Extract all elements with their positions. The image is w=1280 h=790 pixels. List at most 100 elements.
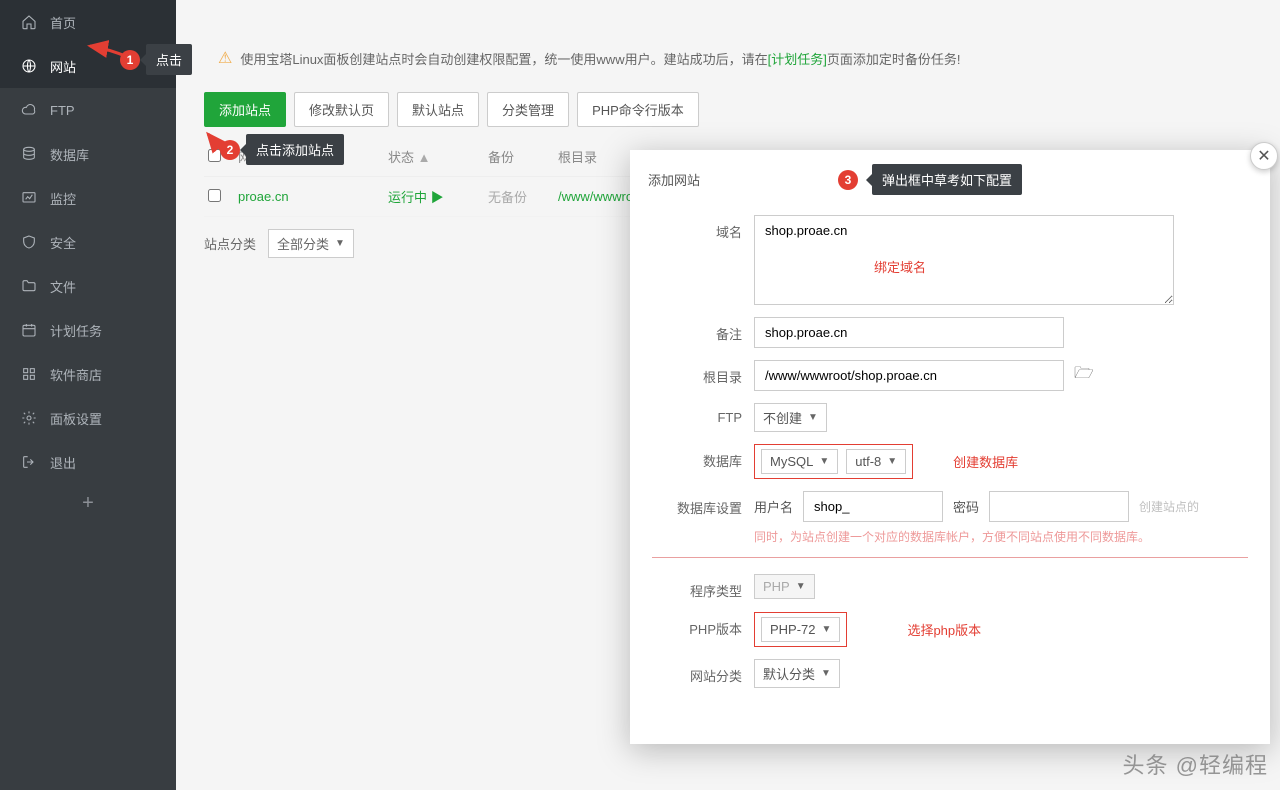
modify-default-button[interactable]: 修改默认页 bbox=[294, 92, 389, 127]
chevron-down-icon: ▼ bbox=[335, 238, 345, 249]
category-mgmt-button[interactable]: 分类管理 bbox=[487, 92, 569, 127]
dbset-hint-line: 同时，为站点创建一个对应的数据库帐户，方便不同站点使用不同数据库。 bbox=[754, 528, 1150, 545]
sidebar-item-label: 首页 bbox=[50, 13, 76, 32]
chevron-down-icon: ▼ bbox=[821, 668, 831, 679]
progtype-label: 程序类型 bbox=[652, 574, 742, 600]
sidebar-item-ftp[interactable]: FTP bbox=[0, 88, 176, 132]
sidebar: 首页 网站 FTP 数据库 监控 安全 文件 计划任务 软件商店 面板设置 退出… bbox=[0, 0, 176, 790]
site-backup[interactable]: 无备份 bbox=[488, 187, 558, 206]
step-label-2: 点击添加站点 bbox=[246, 134, 344, 165]
progtype-select: PHP▼ bbox=[754, 574, 815, 599]
sidebar-item-files[interactable]: 文件 bbox=[0, 264, 176, 308]
add-site-button[interactable]: 添加站点 bbox=[204, 92, 286, 127]
root-label: 根目录 bbox=[652, 360, 742, 386]
sidebar-item-label: 文件 bbox=[50, 277, 76, 296]
annotation-step-1: 1 点击 bbox=[120, 44, 192, 75]
step-badge-1: 1 bbox=[120, 50, 140, 70]
shield-icon bbox=[20, 233, 38, 251]
chevron-down-icon: ▼ bbox=[887, 456, 897, 467]
sidebar-item-logout[interactable]: 退出 bbox=[0, 440, 176, 484]
sidebar-item-appstore[interactable]: 软件商店 bbox=[0, 352, 176, 396]
sidebar-item-cron[interactable]: 计划任务 bbox=[0, 308, 176, 352]
chevron-down-icon: ▼ bbox=[822, 624, 832, 635]
gear-icon bbox=[20, 409, 38, 427]
cat-select[interactable]: 默认分类▼ bbox=[754, 659, 840, 688]
sidebar-item-label: 退出 bbox=[50, 453, 76, 472]
domain-note: 绑定域名 bbox=[874, 257, 926, 276]
phpver-group: PHP-72▼ bbox=[754, 612, 847, 647]
dbset-user-input[interactable] bbox=[803, 491, 943, 522]
ftp-select[interactable]: 不创建▼ bbox=[754, 403, 827, 432]
dbset-hint-right: 创建站点的 bbox=[1139, 498, 1199, 515]
toolbar: 添加站点 修改默认页 默认站点 分类管理 PHP命令行版本 bbox=[204, 92, 1260, 127]
step-label-1: 点击 bbox=[146, 44, 192, 75]
home-icon bbox=[20, 13, 38, 31]
globe-icon bbox=[20, 57, 38, 75]
grid-icon bbox=[20, 365, 38, 383]
calendar-icon bbox=[20, 321, 38, 339]
alert-link[interactable]: [计划任务] bbox=[768, 52, 827, 67]
step-label-3: 弹出框中草考如下配置 bbox=[872, 164, 1022, 195]
add-site-modal: ✕ 添加网站 3 弹出框中草考如下配置 域名 shop.proae.cn 绑定域… bbox=[630, 150, 1270, 744]
database-icon bbox=[20, 145, 38, 163]
php-cli-button[interactable]: PHP命令行版本 bbox=[577, 92, 699, 127]
close-icon: ✕ bbox=[1257, 146, 1270, 166]
chevron-down-icon: ▼ bbox=[819, 456, 829, 467]
sidebar-item-label: 监控 bbox=[50, 189, 76, 208]
modal-header: 添加网站 3 弹出框中草考如下配置 bbox=[630, 150, 1270, 209]
remark-input[interactable] bbox=[754, 317, 1064, 348]
chart-icon bbox=[20, 189, 38, 207]
chevron-down-icon: ▼ bbox=[796, 581, 806, 592]
warning-icon: ⚠ bbox=[218, 48, 232, 68]
step-badge-2: 2 bbox=[220, 140, 240, 160]
sidebar-item-security[interactable]: 安全 bbox=[0, 220, 176, 264]
root-input[interactable] bbox=[754, 360, 1064, 391]
filter-select[interactable]: 全部分类▼ bbox=[268, 229, 354, 258]
cat-label: 网站分类 bbox=[652, 659, 742, 685]
domain-label: 域名 bbox=[652, 215, 742, 241]
dbset-pwd-input[interactable] bbox=[989, 491, 1129, 522]
chevron-down-icon: ▼ bbox=[808, 412, 818, 423]
db-engine-select[interactable]: MySQL▼ bbox=[761, 449, 838, 474]
sidebar-add[interactable]: + bbox=[0, 492, 176, 515]
step-badge-3: 3 bbox=[838, 170, 858, 190]
domain-textarea[interactable]: shop.proae.cn bbox=[754, 215, 1174, 305]
alert-banner: ⚠ 使用宝塔Linux面板创建站点时会自动创建权限配置，统一使用www用户。建站… bbox=[204, 40, 1260, 92]
sidebar-item-label: 计划任务 bbox=[50, 321, 102, 340]
site-name-link[interactable]: proae.cn bbox=[238, 189, 388, 204]
sidebar-item-home[interactable]: 首页 bbox=[0, 0, 176, 44]
sidebar-item-label: 数据库 bbox=[50, 145, 89, 164]
sidebar-item-settings[interactable]: 面板设置 bbox=[0, 396, 176, 440]
phpver-label: PHP版本 bbox=[652, 612, 742, 638]
db-config-group: MySQL▼ utf-8▼ bbox=[754, 444, 913, 479]
ftp-label: FTP bbox=[652, 403, 742, 425]
filter-label: 站点分类 bbox=[204, 234, 256, 253]
folder-browse-icon[interactable]: 🗁 bbox=[1074, 362, 1094, 389]
play-icon: ▶ bbox=[431, 190, 444, 205]
logout-icon bbox=[20, 453, 38, 471]
alert-text: 使用宝塔Linux面板创建站点时会自动创建权限配置，统一使用www用户。建站成功… bbox=[240, 49, 960, 68]
sidebar-item-label: 安全 bbox=[50, 233, 76, 252]
annotation-step-2: 2 点击添加站点 bbox=[220, 134, 344, 165]
cloud-icon bbox=[20, 101, 38, 119]
default-site-button[interactable]: 默认站点 bbox=[397, 92, 479, 127]
remark-label: 备注 bbox=[652, 317, 742, 343]
divider bbox=[652, 557, 1248, 558]
sidebar-item-label: 面板设置 bbox=[50, 409, 102, 428]
sidebar-item-database[interactable]: 数据库 bbox=[0, 132, 176, 176]
folder-icon bbox=[20, 277, 38, 295]
close-button[interactable]: ✕ bbox=[1250, 142, 1278, 170]
watermark: 头条 @轻编程 bbox=[1123, 748, 1268, 780]
modal-title: 添加网站 bbox=[648, 170, 700, 189]
sidebar-item-monitor[interactable]: 监控 bbox=[0, 176, 176, 220]
sidebar-item-label: 软件商店 bbox=[50, 365, 102, 384]
dbset-user-label: 用户名 bbox=[754, 497, 793, 516]
dbset-label: 数据库设置 bbox=[652, 491, 742, 517]
row-checkbox[interactable] bbox=[208, 189, 221, 202]
site-status[interactable]: 运行中 ▶ bbox=[388, 187, 488, 206]
sidebar-item-label: 网站 bbox=[50, 57, 76, 76]
db-charset-select[interactable]: utf-8▼ bbox=[846, 449, 906, 474]
phpver-select[interactable]: PHP-72▼ bbox=[761, 617, 840, 642]
dbset-pwd-label: 密码 bbox=[953, 497, 979, 516]
db-note: 创建数据库 bbox=[953, 452, 1018, 471]
